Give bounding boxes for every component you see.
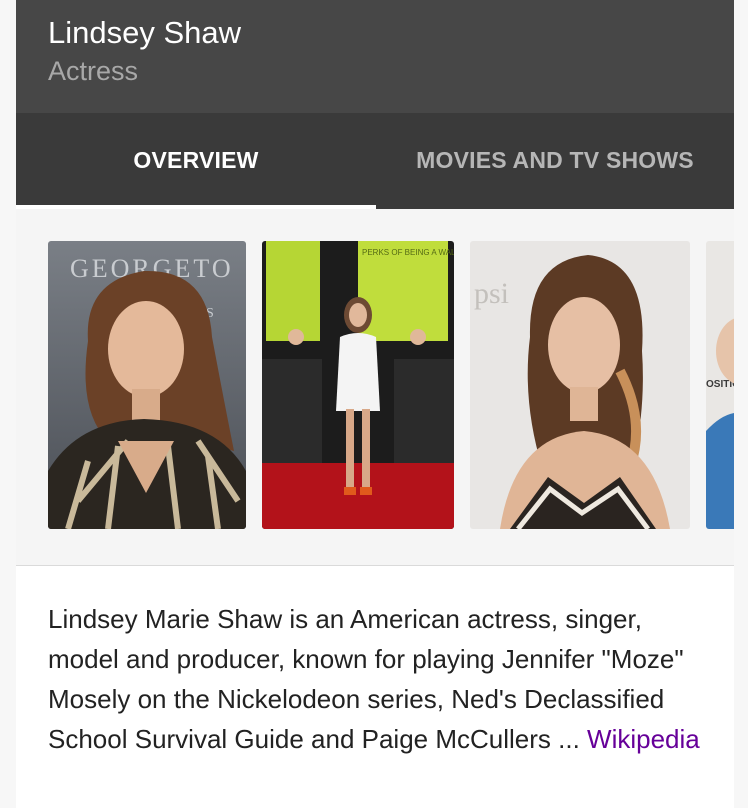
image-thumbnail-2[interactable]: PERKS OF BEING A WALLFLOWER bbox=[262, 241, 454, 529]
photo-actress-portrait-1: GEORGETO S bbox=[48, 241, 246, 529]
photo-partial: OSITION bbox=[706, 241, 734, 529]
tab-overview[interactable]: OVERVIEW bbox=[16, 113, 376, 209]
image-thumbnail-3[interactable]: psi bbox=[470, 241, 690, 529]
backdrop-text-2: PERKS OF BEING A WALLFLOWER bbox=[362, 248, 454, 257]
panel-header: Lindsey Shaw Actress bbox=[16, 0, 734, 113]
photo-actress-portrait-2: psi bbox=[470, 241, 690, 529]
knowledge-panel: Lindsey Shaw Actress OVERVIEW MOVIES AND… bbox=[16, 0, 734, 808]
image-thumbnail-1[interactable]: GEORGETO S bbox=[48, 241, 246, 529]
tab-movies-and-tv-shows[interactable]: MOVIES AND TV SHOWS bbox=[376, 113, 734, 209]
image-thumbnail-4[interactable]: OSITION bbox=[706, 241, 734, 529]
photo-actress-red-carpet: PERKS OF BEING A WALLFLOWER bbox=[262, 241, 454, 529]
description: Lindsey Marie Shaw is an American actres… bbox=[48, 599, 708, 759]
image-carousel[interactable]: GEORGETO S PERKS OF BEING A WALLFLOWE bbox=[16, 209, 734, 565]
backdrop-text-3: psi bbox=[474, 277, 509, 310]
wikipedia-link[interactable]: Wikipedia bbox=[587, 724, 700, 754]
entity-type: Actress bbox=[48, 56, 139, 86]
description-section: Lindsey Marie Shaw is an American actres… bbox=[16, 566, 734, 808]
tab-bar: OVERVIEW MOVIES AND TV SHOWS bbox=[16, 113, 734, 209]
entity-name: Lindsey Shaw bbox=[48, 15, 242, 50]
